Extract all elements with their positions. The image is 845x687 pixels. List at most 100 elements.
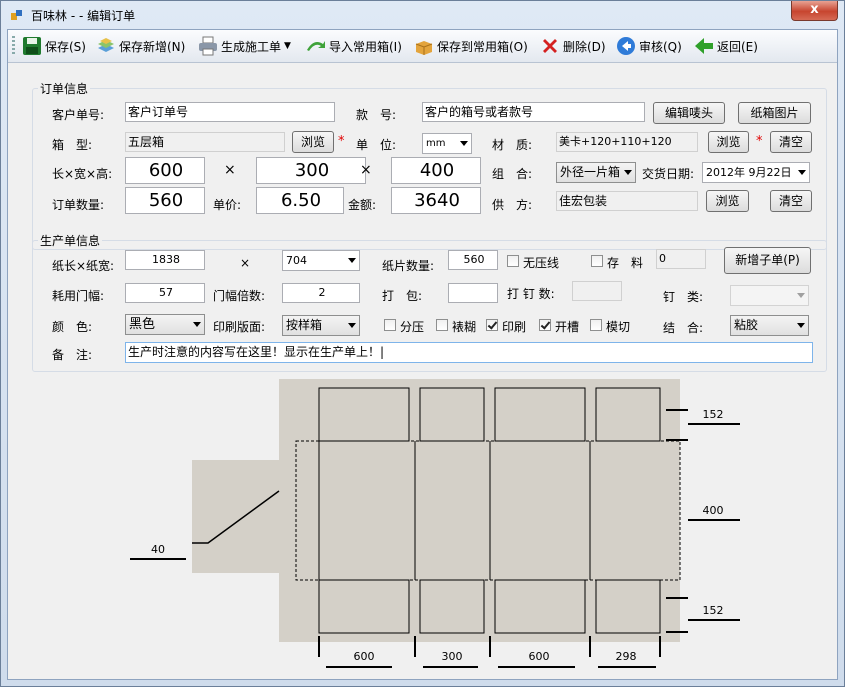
times-sign: × bbox=[224, 162, 236, 178]
color-select[interactable]: 黑色 bbox=[125, 314, 205, 335]
staple-type-select[interactable] bbox=[730, 285, 809, 306]
toolbar-grip[interactable] bbox=[12, 36, 15, 56]
supplier-clear-button[interactable]: 清空 bbox=[770, 190, 812, 212]
amount-input[interactable]: 3640 bbox=[391, 187, 481, 214]
material-width-input[interactable]: 57 bbox=[125, 283, 205, 303]
material-clear-button[interactable]: 清空 bbox=[770, 131, 812, 153]
price-input[interactable]: 6.50 bbox=[256, 187, 344, 214]
sheet-length-input[interactable]: 1838 bbox=[125, 250, 205, 270]
lwh-label: 长×宽×高: bbox=[52, 167, 113, 181]
times-sign: × bbox=[240, 256, 251, 270]
chevron-down-icon bbox=[348, 258, 356, 263]
fenya-checkbox[interactable] bbox=[384, 319, 396, 331]
amount-label: 金额: bbox=[348, 198, 377, 212]
dim-label-body-height: 400 bbox=[703, 504, 724, 517]
chevron-down-icon bbox=[797, 293, 805, 298]
chevron-down-icon bbox=[460, 141, 468, 146]
slot-checkbox[interactable] bbox=[539, 319, 551, 331]
delete-button[interactable]: 删除(D) bbox=[540, 34, 606, 58]
length-input[interactable]: 600 bbox=[125, 157, 205, 184]
supplier-browse-button[interactable]: 浏览 bbox=[706, 190, 749, 212]
add-sub-order-button[interactable]: 新增子单(P) bbox=[724, 247, 811, 274]
join-select[interactable]: 粘胶 bbox=[730, 315, 809, 336]
save-new-button[interactable]: 保存新增(N) bbox=[96, 34, 185, 58]
open-box-icon bbox=[415, 41, 433, 55]
import-common-box-button[interactable]: 导入常用箱(I) bbox=[306, 34, 402, 58]
stock-checkbox[interactable] bbox=[591, 255, 603, 267]
supplier-field: 佳宏包装 bbox=[556, 191, 698, 211]
box-type-label: 箱 型: bbox=[52, 138, 93, 152]
production-info-title: 生产单信息 bbox=[38, 232, 103, 249]
app-icon bbox=[11, 10, 22, 20]
chevron-down-icon bbox=[797, 323, 805, 328]
edit-mark-button[interactable]: 编辑唛头 bbox=[653, 102, 725, 124]
generate-work-order-label: 生成施工单 bbox=[221, 39, 282, 54]
review-button[interactable]: 审核(Q) bbox=[616, 34, 682, 58]
no-press-line-checkbox[interactable] bbox=[507, 255, 519, 267]
close-button[interactable]: x bbox=[791, 1, 838, 21]
client-area: 保存(S) 保存新增(N) 生成施工单 ▼ 导入常用箱(I) 保存到常用箱(O) bbox=[7, 29, 838, 680]
material-field: 美卡+120+110+120 bbox=[556, 132, 698, 152]
diagram-background bbox=[279, 379, 680, 642]
material-browse-button[interactable]: 浏览 bbox=[708, 131, 749, 153]
order-info-title: 订单信息 bbox=[38, 80, 91, 97]
width-input[interactable]: 300 bbox=[256, 157, 366, 184]
sheet-count-label: 纸片数量: bbox=[382, 259, 435, 273]
sheet-count-input[interactable]: 560 bbox=[448, 250, 498, 270]
quantity-input[interactable]: 560 bbox=[125, 187, 205, 214]
sheet-width-select[interactable]: 704 bbox=[282, 250, 360, 271]
import-arrow-icon bbox=[307, 41, 325, 51]
height-input[interactable]: 400 bbox=[391, 157, 481, 184]
save-button[interactable]: 保存(S) bbox=[22, 34, 86, 58]
pack-label: 打 包: bbox=[382, 289, 423, 303]
required-mark: * bbox=[338, 134, 345, 149]
red-x-icon bbox=[543, 39, 557, 53]
title-bar: 百味林 - - 编辑订单 x bbox=[1, 1, 844, 29]
style-no-input[interactable]: 客户的箱号或者款号 bbox=[422, 102, 645, 122]
customer-order-no-label: 客户单号: bbox=[52, 108, 105, 122]
pack-input[interactable] bbox=[448, 283, 498, 303]
remark-label: 备 注: bbox=[52, 348, 93, 362]
main-window: 百味林 - - 编辑订单 x 保存(S) 保存新增(N) 生成施工单 ▼ 导入常… bbox=[0, 0, 845, 687]
green-left-arrow-icon bbox=[695, 38, 713, 54]
remark-input[interactable]: 生产时注意的内容写在这里！显示在生产单上！| bbox=[125, 342, 813, 363]
unit-select[interactable]: mm bbox=[422, 133, 472, 154]
dropdown-arrow-icon[interactable]: ▼ bbox=[284, 41, 291, 51]
width-multiple-input[interactable]: 2 bbox=[282, 283, 360, 303]
printer-icon bbox=[199, 36, 217, 56]
back-button[interactable]: 返回(E) bbox=[694, 34, 758, 58]
die-cut-label: 模切 bbox=[606, 320, 631, 334]
chevron-down-icon bbox=[798, 170, 806, 175]
die-cut-checkbox[interactable] bbox=[590, 319, 602, 331]
combine-value: 外径一片箱 bbox=[560, 165, 621, 179]
stock-field: 0 bbox=[656, 249, 706, 269]
box-image-button[interactable]: 纸箱图片 bbox=[738, 102, 811, 124]
print-plate-select[interactable]: 按样箱 bbox=[282, 315, 360, 336]
times-sign: × bbox=[360, 162, 372, 178]
price-label: 单价: bbox=[213, 198, 242, 212]
sheet-width-value: 704 bbox=[286, 254, 307, 267]
print-checkbox[interactable] bbox=[486, 319, 498, 331]
box-type-field: 五层箱 bbox=[125, 132, 285, 152]
required-mark: * bbox=[756, 134, 763, 149]
biaohu-checkbox[interactable] bbox=[436, 319, 448, 331]
dim-label-panel: 298 bbox=[616, 650, 637, 663]
staple-type-label: 钉 类: bbox=[663, 290, 704, 304]
biaohu-label: 裱糊 bbox=[452, 320, 477, 334]
width-multiple-label: 门幅倍数: bbox=[213, 289, 266, 303]
combine-select[interactable]: 外径一片箱 bbox=[556, 162, 636, 183]
unit-label: 单 位: bbox=[356, 138, 397, 152]
color-value: 黑色 bbox=[129, 317, 156, 332]
save-to-common-box-button[interactable]: 保存到常用箱(O) bbox=[414, 34, 528, 58]
style-no-label: 款 号: bbox=[356, 108, 397, 122]
print-plate-value: 按样箱 bbox=[286, 318, 323, 332]
join-value: 粘胶 bbox=[734, 318, 759, 332]
box-type-browse-button[interactable]: 浏览 bbox=[292, 131, 334, 153]
customer-order-no-input[interactable]: 客户订单号 bbox=[125, 102, 335, 122]
delivery-date-picker[interactable]: 2012年 9月22日 bbox=[702, 162, 810, 183]
print-plate-label: 印刷版面: bbox=[213, 320, 266, 334]
save-to-common-box-label: 保存到常用箱(O) bbox=[437, 39, 528, 54]
generate-work-order-button[interactable]: 生成施工单 ▼ bbox=[198, 34, 291, 58]
material-label: 材 质: bbox=[492, 138, 533, 152]
dim-label-panel: 600 bbox=[529, 650, 550, 663]
